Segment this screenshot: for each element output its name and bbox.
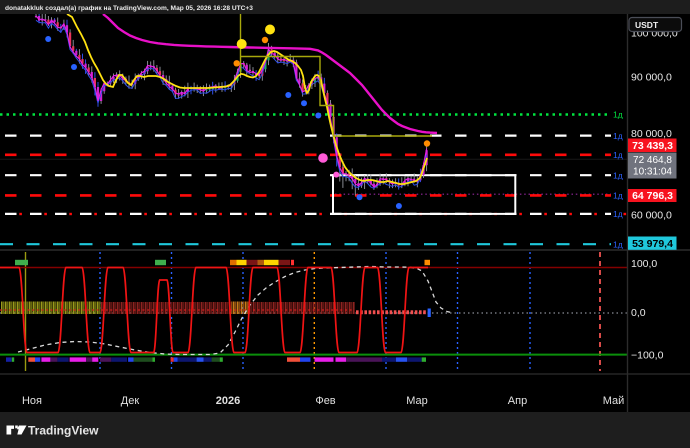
svg-text:60 000,0: 60 000,0 [631, 210, 672, 222]
svg-text:1д: 1д [613, 110, 623, 120]
svg-text:0,0: 0,0 [631, 307, 646, 319]
svg-text:−100,0: −100,0 [631, 350, 664, 362]
svg-text:1д: 1д [613, 131, 623, 141]
svg-text:Ноя: Ноя [22, 395, 42, 407]
svg-text:90 000,0: 90 000,0 [631, 72, 672, 84]
svg-text:Дек: Дек [121, 395, 140, 407]
svg-text:53 979,4: 53 979,4 [632, 238, 673, 250]
svg-text:USDT: USDT [635, 20, 659, 30]
svg-text:80 000,0: 80 000,0 [631, 128, 672, 140]
svg-text:TradingView: TradingView [28, 424, 99, 438]
svg-text:73 439,3: 73 439,3 [632, 140, 673, 152]
svg-text:Мар: Мар [406, 395, 428, 407]
svg-text:2026: 2026 [216, 395, 240, 407]
svg-text:1д: 1д [613, 191, 623, 201]
svg-text:donatakkluk создал(а) график н: donatakkluk создал(а) график на TradingV… [5, 5, 253, 12]
svg-text:100,0: 100,0 [631, 258, 657, 270]
svg-text:Апр: Апр [508, 395, 527, 407]
svg-text:64 796,3: 64 796,3 [632, 190, 673, 202]
svg-text:1д: 1д [613, 170, 623, 180]
svg-text:1д: 1д [613, 150, 623, 160]
svg-text:72 464,8: 72 464,8 [633, 155, 672, 166]
svg-text:Фев: Фев [315, 395, 335, 407]
svg-text:Май: Май [603, 395, 625, 407]
svg-text:1д: 1д [613, 209, 623, 219]
svg-text:1д: 1д [613, 239, 623, 249]
svg-text:10:31:04: 10:31:04 [633, 167, 672, 178]
